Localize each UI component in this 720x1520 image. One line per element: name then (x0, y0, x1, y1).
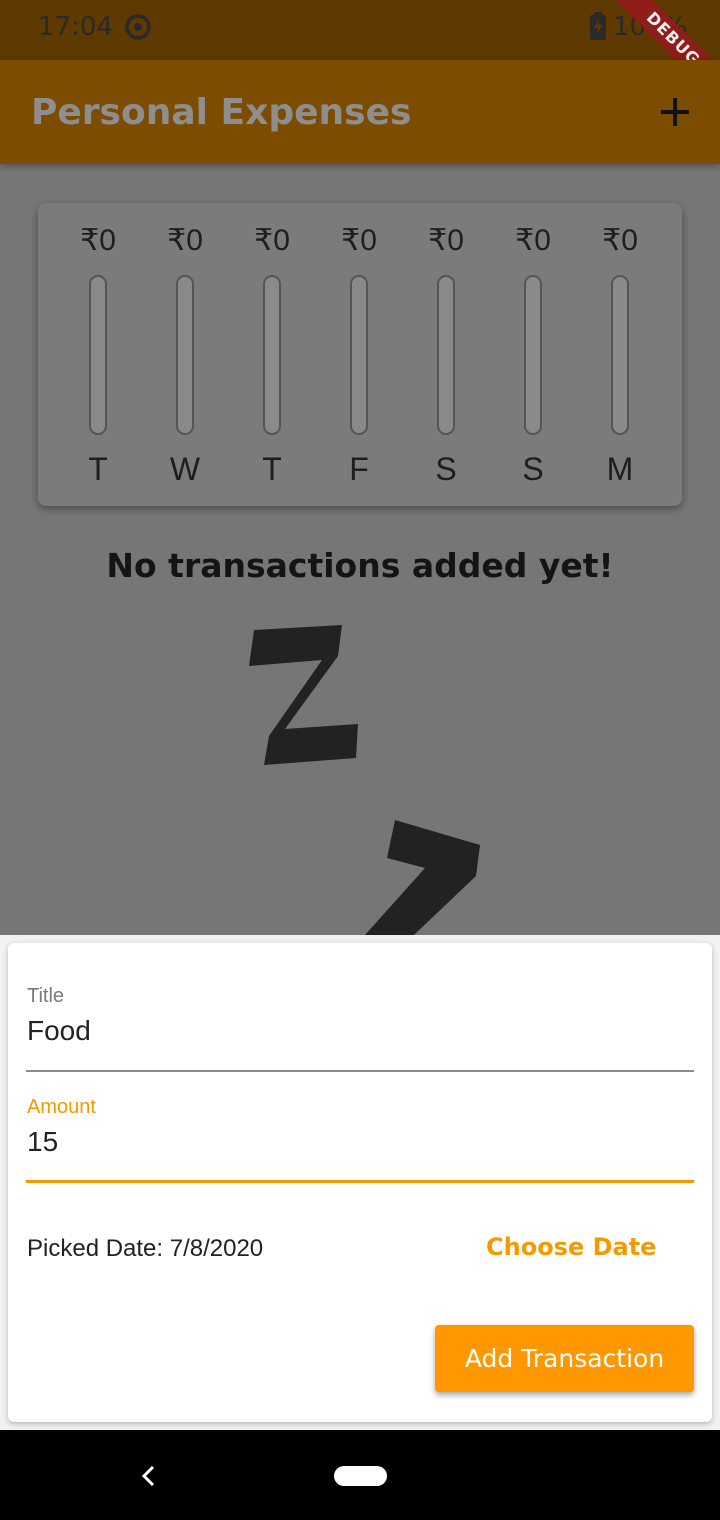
bar-amount: ₹0 (428, 224, 464, 257)
amount-input[interactable]: 15 (27, 1126, 58, 1158)
plus-icon[interactable] (656, 93, 694, 131)
empty-state-text: No transactions added yet! (106, 546, 614, 585)
choose-date-button[interactable]: Choose Date (486, 1233, 656, 1261)
picked-date-text: Picked Date: 7/8/2020 (27, 1235, 264, 1262)
bar-day-label: T (88, 451, 108, 487)
bar-amount: ₹0 (602, 224, 638, 257)
sleep-zz-icon (249, 625, 480, 935)
bar-day-label: S (522, 451, 544, 487)
bar-day-label: F (349, 451, 369, 487)
bar-amount: ₹0 (167, 224, 203, 257)
bar-track (611, 275, 629, 435)
bar-track (89, 275, 107, 435)
back-icon[interactable] (136, 1462, 160, 1490)
bar-day-label: S (435, 451, 457, 487)
weekly-chart-card: ₹0 T ₹0 W ₹0 T ₹0 F ₹0 S ₹0 S ₹0 M (38, 203, 682, 506)
bar-day-label: T (262, 451, 282, 487)
app-bar: Personal Expenses (0, 60, 720, 164)
bar-track (524, 275, 542, 435)
bar-track (350, 275, 368, 435)
title-field-label: Title (27, 985, 65, 1007)
app-title: Personal Expenses (31, 92, 412, 133)
bar-amount: ₹0 (254, 224, 290, 257)
title-underline (26, 1070, 694, 1072)
bar-track (263, 275, 281, 435)
bar-day-label: M (606, 451, 634, 487)
bar-amount: ₹0 (341, 224, 377, 257)
bar-track (437, 275, 455, 435)
bar-track (176, 275, 194, 435)
system-nav-bar (0, 1430, 720, 1520)
amount-field-label: Amount (27, 1096, 96, 1118)
battery-icon (590, 12, 606, 40)
new-transaction-form: Title Food Amount 15 Picked Date: 7/8/20… (8, 943, 712, 1422)
title-input[interactable]: Food (27, 1015, 91, 1047)
status-bar: 17:04 100% (0, 0, 720, 60)
data-saver-icon (125, 14, 151, 40)
status-time: 17:04 (38, 12, 113, 42)
bar-amount: ₹0 (515, 224, 551, 257)
home-pill[interactable] (334, 1466, 387, 1486)
amount-underline (26, 1180, 694, 1183)
bar-day-label: W (169, 451, 201, 487)
add-transaction-button[interactable]: Add Transaction (435, 1325, 694, 1392)
bar-amount: ₹0 (80, 224, 116, 257)
